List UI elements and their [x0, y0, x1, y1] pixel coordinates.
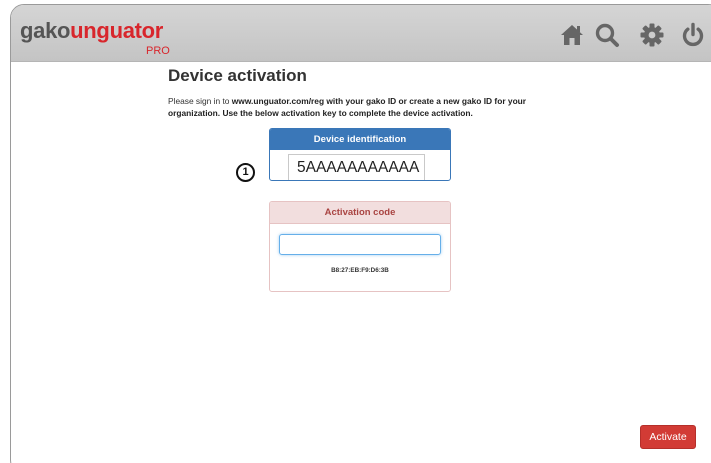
top-bar: gakounguator PRO	[11, 5, 711, 62]
activation-code-input[interactable]	[279, 234, 441, 255]
activation-key: B8:27:EB:F9:D6:3B	[331, 267, 389, 274]
brand-name-unguator: unguator	[70, 18, 164, 43]
device-identification-panel: Device identification 5AAAAAAAAAAA	[269, 128, 451, 181]
brand-logo: gakounguator PRO	[20, 18, 170, 57]
gear-icon[interactable]	[639, 22, 665, 48]
page-intro: Please sign in to www.unguator.com/reg w…	[168, 95, 568, 119]
device-identification-value: 5AAAAAAAAAAA	[288, 154, 425, 180]
brand-edition: PRO	[146, 45, 170, 57]
activate-button[interactable]: Activate	[640, 425, 696, 449]
step-number-badge: 1	[236, 163, 255, 182]
activation-code-header: Activation code	[270, 202, 450, 224]
power-icon[interactable]	[680, 22, 706, 48]
home-icon[interactable]	[559, 22, 585, 48]
device-identification-header: Device identification	[270, 129, 450, 150]
intro-plain-text: Please sign in to	[168, 96, 232, 106]
search-icon[interactable]	[594, 22, 620, 48]
brand-name-gako: gako	[20, 18, 71, 43]
page-title: Device activation	[168, 66, 307, 85]
activation-code-panel: Activation code B8:27:EB:F9:D6:3B	[269, 201, 451, 292]
